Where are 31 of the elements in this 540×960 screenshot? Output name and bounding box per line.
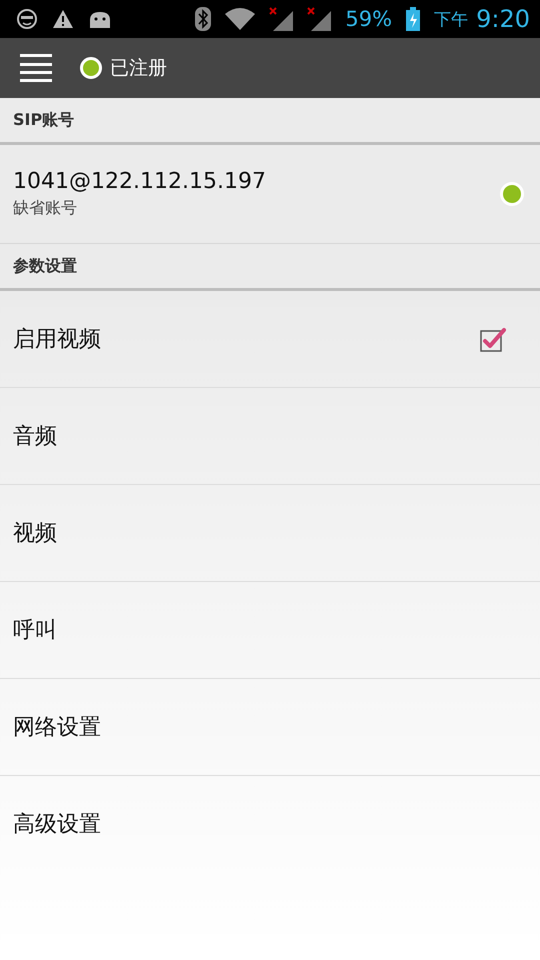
time-period: 下午 xyxy=(434,8,468,30)
account-label: 缺省账号 xyxy=(13,198,78,219)
settings-label: 呼叫 xyxy=(13,617,58,645)
settings-label: 启用视频 xyxy=(13,326,102,354)
settings-item[interactable]: 音频 xyxy=(0,388,540,485)
clock-time: 9:20 xyxy=(476,5,530,33)
battery-charging-icon xyxy=(406,7,420,31)
settings-item[interactable]: 网络设置 xyxy=(0,679,540,776)
settings-item[interactable]: 高级设置 xyxy=(0,776,540,872)
settings-label: 音频 xyxy=(13,423,58,451)
wifi-icon xyxy=(225,8,256,30)
bluetooth-icon xyxy=(195,7,212,31)
android-icon xyxy=(88,10,112,28)
account-address: 1041@122.112.15.197 xyxy=(13,169,267,194)
battery-percent: 59% xyxy=(345,7,392,31)
registration-status: 已注册 xyxy=(110,56,167,81)
warning-icon xyxy=(52,9,74,29)
signal-icon xyxy=(269,7,294,31)
settings-item[interactable]: 呼叫 xyxy=(0,582,540,679)
section-header: 参数设置 xyxy=(0,244,540,291)
signal-icon xyxy=(307,7,332,31)
menu-icon[interactable] xyxy=(20,53,52,83)
account-row[interactable]: 1041@122.112.15.197 缺省账号 xyxy=(0,145,540,244)
settings-label: 高级设置 xyxy=(13,811,102,839)
section-header: SIP账号 xyxy=(0,98,540,145)
checkbox[interactable] xyxy=(480,326,506,352)
settings-item[interactable]: 启用视频 xyxy=(0,291,540,388)
settings-label: 视频 xyxy=(13,520,58,548)
settings-item[interactable]: 视频 xyxy=(0,485,540,582)
settings-label: 网络设置 xyxy=(13,714,102,742)
face-icon xyxy=(16,8,38,30)
